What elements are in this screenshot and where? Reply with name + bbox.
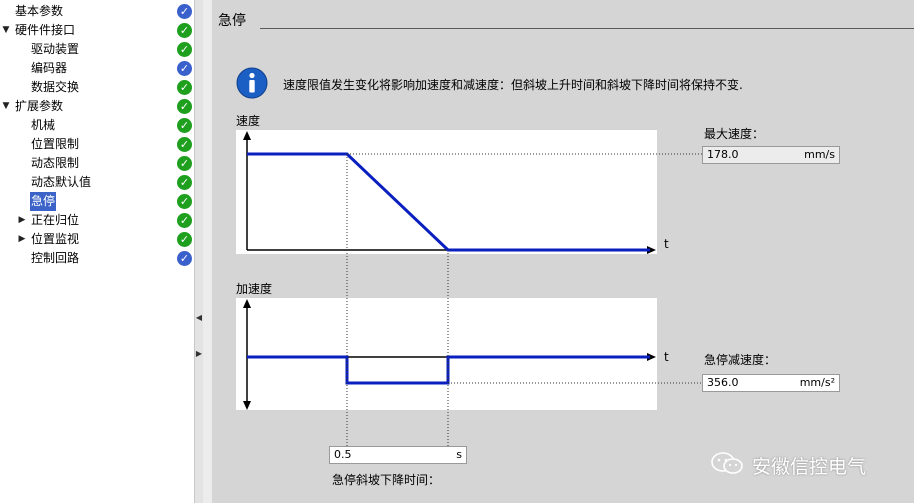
ramp-time-unit: s (456, 448, 462, 461)
velocity-profile (247, 152, 650, 252)
ramp-time-label: 急停斜坡下降时间： (332, 473, 441, 487)
status-check-icon: ✓ (177, 156, 192, 171)
status-check-icon: ✓ (177, 23, 192, 38)
status-check-icon: ✓ (177, 251, 192, 266)
decel-unit: mm/s² (799, 376, 835, 389)
max-speed-value: 178.0 (707, 148, 739, 161)
status-check-icon: ✓ (177, 4, 192, 19)
status-check-icon: ✓ (177, 213, 192, 228)
status-check-icon: ✓ (177, 137, 192, 152)
decel-input[interactable]: 356.0 mm/s² (702, 374, 840, 392)
max-speed-unit: mm/s (804, 148, 835, 161)
decel-label: 急停减速度： (704, 353, 777, 367)
decel-value: 356.0 (707, 376, 739, 389)
status-check-icon: ✓ (177, 61, 192, 76)
max-speed-label: 最大速度： (704, 127, 765, 141)
wechat-icon (711, 452, 743, 474)
status-check-icon: ✓ (177, 118, 192, 133)
acceleration-axis-down-arrow-icon (243, 401, 251, 410)
acceleration-axis-up-arrow-icon (243, 299, 251, 308)
ramp-time-input[interactable]: 0.5 s (329, 446, 467, 464)
ramp-time-value: 0.5 (334, 448, 352, 461)
status-check-icon: ✓ (177, 175, 192, 190)
velocity-axis-arrow-icon (243, 131, 251, 140)
status-check-icon: ✓ (177, 99, 192, 114)
status-check-icon: ✓ (177, 80, 192, 95)
status-check-icon: ✓ (177, 232, 192, 247)
graph-lines (243, 131, 702, 448)
guide-lines (346, 153, 702, 448)
status-check-icon: ✓ (177, 42, 192, 57)
status-check-icon: ✓ (177, 194, 192, 209)
max-speed-field: 178.0 mm/s (702, 146, 840, 164)
watermark-text: 安徽信控电气 (752, 456, 867, 478)
